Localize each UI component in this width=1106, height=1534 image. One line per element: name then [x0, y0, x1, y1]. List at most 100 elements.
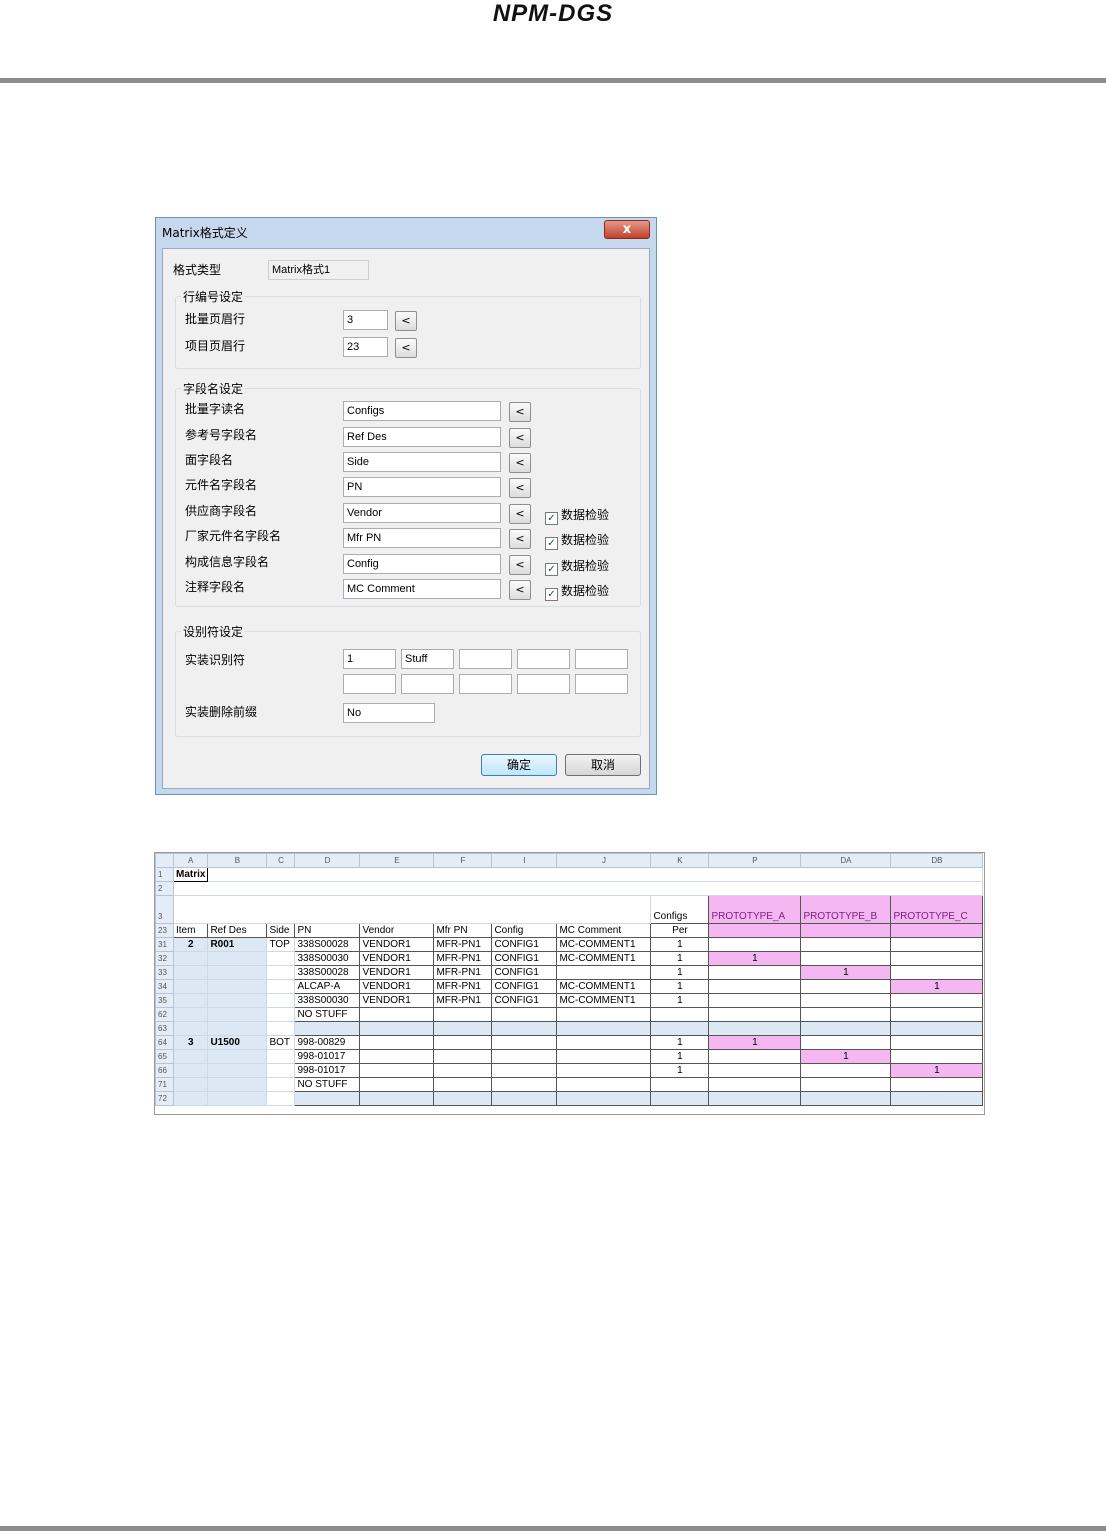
data-check-checkbox[interactable]: ✓ 数据检验 — [545, 506, 609, 525]
field-name-pick-button[interactable]: < — [509, 555, 531, 575]
pn-cell[interactable]: NO STUFF — [294, 1007, 361, 1022]
mount-identifier-input-10[interactable] — [575, 674, 628, 694]
per-cell[interactable]: 1 — [650, 937, 710, 952]
field-name-input[interactable]: PN — [343, 477, 501, 497]
mc-comment-cell[interactable]: MC-COMMENT1 — [556, 979, 652, 994]
config-cell[interactable] — [491, 1049, 558, 1064]
per-cell[interactable]: 1 — [650, 1035, 710, 1050]
per-cell[interactable] — [650, 1077, 710, 1092]
field-name-pick-button[interactable]: < — [509, 453, 531, 473]
config-cell[interactable] — [491, 1063, 558, 1078]
vendor-cell[interactable] — [359, 1077, 435, 1092]
vendor-cell[interactable]: VENDOR1 — [359, 937, 435, 952]
empty-cell[interactable] — [172, 881, 984, 896]
batch-header-row-pick-button[interactable]: < — [395, 311, 417, 331]
mfr-pn-cell[interactable] — [433, 1035, 493, 1050]
field-name-pick-button[interactable]: < — [509, 478, 531, 498]
prototype-b-cell[interactable]: 1 — [800, 1049, 892, 1064]
mfr-pn-cell[interactable] — [433, 1021, 493, 1036]
pn-cell[interactable] — [294, 1091, 361, 1106]
per-cell[interactable]: 1 — [650, 1049, 710, 1064]
column-header[interactable]: D — [294, 853, 361, 868]
mfr-pn-cell[interactable] — [433, 1063, 493, 1078]
config-cell[interactable] — [491, 1091, 558, 1106]
item-header-cell[interactable]: Mfr PN — [433, 923, 493, 938]
item-cell[interactable] — [172, 1077, 209, 1092]
mc-comment-cell[interactable] — [556, 1049, 652, 1064]
mfr-pn-cell[interactable] — [433, 1091, 493, 1106]
item-header-cell[interactable]: Ref Des — [207, 923, 268, 938]
config-cell[interactable] — [491, 1021, 558, 1036]
empty-cell[interactable] — [207, 867, 984, 882]
prototype-header-cell[interactable]: PROTOTYPE_C — [890, 895, 984, 924]
prototype-b-cell[interactable] — [800, 1007, 892, 1022]
per-cell[interactable]: 1 — [650, 993, 710, 1008]
vendor-cell[interactable]: VENDOR1 — [359, 979, 435, 994]
pn-cell[interactable]: 338S00028 — [294, 937, 361, 952]
per-cell[interactable] — [650, 1021, 710, 1036]
ref-des-cell[interactable] — [207, 965, 268, 980]
side-cell[interactable] — [266, 1007, 296, 1022]
vendor-cell[interactable] — [359, 1007, 435, 1022]
side-cell[interactable] — [266, 1021, 296, 1036]
per-cell[interactable] — [650, 1091, 710, 1106]
column-header[interactable]: E — [359, 853, 435, 868]
item-header-cell[interactable]: Vendor — [359, 923, 435, 938]
prototype-c-cell[interactable]: 1 — [890, 1063, 984, 1078]
pn-cell[interactable]: 998-01017 — [294, 1063, 361, 1078]
item-cell[interactable]: 3 — [172, 1035, 209, 1050]
pn-cell[interactable]: NO STUFF — [294, 1077, 361, 1092]
field-name-pick-button[interactable]: < — [509, 580, 531, 600]
prototype-a-cell[interactable] — [708, 993, 802, 1008]
config-cell[interactable] — [491, 1077, 558, 1092]
config-cell[interactable] — [491, 1007, 558, 1022]
config-cell[interactable]: CONFIG1 — [491, 951, 558, 966]
vendor-cell[interactable] — [359, 1091, 435, 1106]
field-name-input[interactable]: Config — [343, 554, 501, 574]
prototype-c-cell[interactable] — [890, 937, 984, 952]
mc-comment-cell[interactable] — [556, 1091, 652, 1106]
prototype-a-cell[interactable]: 1 — [708, 1035, 802, 1050]
per-cell[interactable]: 1 — [650, 979, 710, 994]
item-header-cell[interactable]: PN — [294, 923, 361, 938]
side-cell[interactable] — [266, 979, 296, 994]
field-name-pick-button[interactable]: < — [509, 428, 531, 448]
field-name-pick-button[interactable]: < — [509, 504, 531, 524]
pn-cell[interactable]: 338S00030 — [294, 993, 361, 1008]
mc-comment-cell[interactable] — [556, 1007, 652, 1022]
data-check-checkbox[interactable]: ✓ 数据检验 — [545, 582, 609, 601]
item-cell[interactable] — [172, 1007, 209, 1022]
mount-identifier-input-6[interactable] — [343, 674, 396, 694]
config-cell[interactable] — [491, 1035, 558, 1050]
side-cell[interactable]: TOP — [266, 937, 296, 952]
item-cell[interactable] — [172, 1049, 209, 1064]
batch-header-row-input[interactable]: 3 — [343, 310, 388, 330]
data-check-checkbox[interactable]: ✓ 数据检验 — [545, 531, 609, 550]
column-header[interactable]: A — [172, 853, 209, 868]
mc-comment-cell[interactable] — [556, 965, 652, 980]
prototype-c-cell[interactable] — [890, 1049, 984, 1064]
cancel-button[interactable]: 取消 — [565, 754, 641, 776]
prototype-c-cell[interactable] — [890, 1007, 984, 1022]
column-header[interactable]: K — [650, 853, 710, 868]
side-cell[interactable] — [266, 1049, 296, 1064]
item-cell[interactable] — [172, 993, 209, 1008]
prototype-b-cell[interactable] — [800, 979, 892, 994]
vendor-cell[interactable] — [359, 1049, 435, 1064]
per-cell[interactable]: 1 — [650, 951, 710, 966]
item-header-cell[interactable]: Per — [650, 923, 710, 938]
select-all-corner[interactable] — [155, 853, 174, 868]
mfr-pn-cell[interactable] — [433, 1007, 493, 1022]
field-name-input[interactable]: Side — [343, 452, 501, 472]
prototype-a-cell[interactable] — [708, 1077, 802, 1092]
mount-identifier-input-3[interactable] — [459, 649, 512, 669]
field-name-input[interactable]: MC Comment — [343, 579, 501, 599]
cell-a1[interactable]: Matrix — [172, 867, 209, 882]
mc-comment-cell[interactable]: MC-COMMENT1 — [556, 951, 652, 966]
mount-identifier-input-4[interactable] — [517, 649, 570, 669]
prototype-header-cell[interactable]: PROTOTYPE_A — [708, 895, 802, 924]
ref-des-cell[interactable]: U1500 — [207, 1035, 268, 1050]
vendor-cell[interactable]: VENDOR1 — [359, 993, 435, 1008]
item-cell[interactable]: 2 — [172, 937, 209, 952]
prototype-b-cell[interactable] — [800, 1035, 892, 1050]
